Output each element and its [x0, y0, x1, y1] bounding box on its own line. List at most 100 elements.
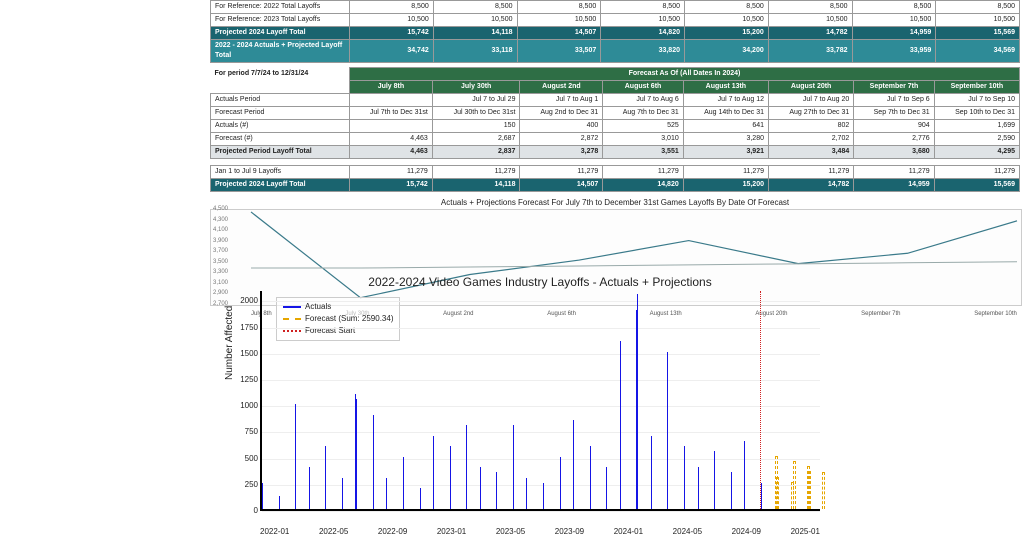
- cell: 14,782: [769, 179, 854, 192]
- cell: 14,959: [854, 179, 934, 192]
- cell: 2,776: [854, 133, 934, 146]
- y-axis-label: Number Affected: [224, 306, 235, 380]
- actuals-bar: [698, 467, 699, 509]
- cell: 15,569: [936, 27, 1020, 40]
- cell: Aug 14th to Dec 31: [683, 107, 768, 120]
- cell: 2,837: [432, 146, 520, 159]
- actuals-bar: [433, 436, 434, 509]
- row-label: Actuals Period: [211, 94, 350, 107]
- actuals-bar: [651, 436, 652, 509]
- cell: 33,959: [852, 40, 936, 63]
- cell: Jul 7 to Aug 1: [520, 94, 603, 107]
- actuals-bar: [543, 483, 544, 509]
- cell: Jul 30th to Dec 31st: [432, 107, 520, 120]
- actuals-bar: [526, 478, 527, 509]
- y-tick: 250: [228, 480, 258, 489]
- cell: 3,278: [520, 146, 603, 159]
- cell: Jul 7 to Aug 6: [603, 94, 683, 107]
- cell: 8,500: [517, 1, 601, 14]
- cell: 14,959: [852, 27, 936, 40]
- cell: Jul 7 to Aug 12: [683, 94, 768, 107]
- actuals-bar: [279, 496, 280, 509]
- cell: 4,463: [350, 146, 433, 159]
- actuals-bar: [513, 425, 514, 509]
- cell: 14,118: [433, 27, 517, 40]
- actuals-bar: [667, 352, 668, 509]
- cell: 3,484: [769, 146, 854, 159]
- cell: 2,687: [432, 133, 520, 146]
- cell: 3,010: [603, 133, 683, 146]
- y-tick: 4,500: [213, 206, 228, 212]
- cell: 904: [854, 120, 934, 133]
- cell: 33,820: [601, 40, 685, 63]
- cell: 2,702: [769, 133, 854, 146]
- y-tick: 3,700: [213, 248, 228, 254]
- cell: 14,782: [768, 27, 852, 40]
- actuals-bar: [714, 451, 715, 509]
- cell: 14,820: [603, 179, 683, 192]
- y-tick: 3,100: [213, 280, 228, 286]
- summary-table: For Reference: 2022 Total Layoffs8,5008,…: [210, 0, 1020, 63]
- cell: Aug 7th to Dec 31: [603, 107, 683, 120]
- y-tick: 4,300: [213, 217, 228, 223]
- forecast-bar: [791, 482, 794, 509]
- actuals-bar: [744, 441, 745, 509]
- y-tick: 3,300: [213, 269, 228, 275]
- cell: 15,200: [685, 27, 769, 40]
- cell: 11,279: [769, 166, 854, 179]
- forecast-header: Forecast As Of (All Dates In 2024): [350, 68, 1020, 81]
- cell: 15,742: [350, 27, 434, 40]
- actuals-bar: [356, 399, 357, 509]
- cell: 8,500: [768, 1, 852, 14]
- y-tick: 1000: [228, 401, 258, 410]
- detail-row: Projected 2024 Layoff Total15,74214,1181…: [211, 179, 1020, 192]
- col-header: July 30th: [432, 81, 520, 94]
- legend-actuals: Actuals: [305, 302, 331, 311]
- detail-row: Projected Period Layoff Total4,4632,8373…: [211, 146, 1020, 159]
- actuals-bar: [295, 404, 296, 509]
- cell: Jul 7 to Aug 20: [769, 94, 854, 107]
- col-header: July 8th: [350, 81, 433, 94]
- col-header: September 10th: [934, 81, 1019, 94]
- cell: 3,551: [603, 146, 683, 159]
- y-tick: 3,500: [213, 259, 228, 265]
- col-header: August 20th: [769, 81, 854, 94]
- y-tick: 2000: [228, 296, 258, 305]
- cell: 8,500: [601, 1, 685, 14]
- col-header: August 2nd: [520, 81, 603, 94]
- forecast-start-line: [760, 291, 761, 509]
- cell: Jul 7th to Dec 31st: [350, 107, 433, 120]
- actuals-bar: [606, 467, 607, 509]
- actuals-bar: [386, 478, 387, 509]
- cell: 34,569: [936, 40, 1020, 63]
- y-tick: 750: [228, 427, 258, 436]
- cell: 10,500: [433, 14, 517, 27]
- cell: Jul 7 to Sep 10: [934, 94, 1019, 107]
- actuals-bar: [309, 467, 310, 509]
- cell: 11,279: [934, 166, 1019, 179]
- cell: 10,500: [768, 14, 852, 27]
- big-bar-chart: 2022-2024 Video Games Industry Layoffs -…: [260, 275, 820, 530]
- y-tick: 3,900: [213, 238, 228, 244]
- cell: 8,500: [433, 1, 517, 14]
- cell: 10,500: [852, 14, 936, 27]
- actuals-bar: [325, 446, 326, 509]
- cell: 14,507: [520, 179, 603, 192]
- row-label: Forecast Period: [211, 107, 350, 120]
- cell: 4,295: [934, 146, 1019, 159]
- cell: 8,500: [685, 1, 769, 14]
- row-label: For Reference: 2023 Total Layoffs: [211, 14, 350, 27]
- actuals-bar: [262, 483, 263, 509]
- cell: 33,507: [517, 40, 601, 63]
- chart-legend: Actuals Forecast (Sum: 2590.34) Forecast…: [276, 297, 400, 341]
- cell: 15,200: [683, 179, 768, 192]
- cell: 3,680: [854, 146, 934, 159]
- actuals-bar: [480, 467, 481, 509]
- row-label: Projected 2024 Layoff Total: [211, 179, 350, 192]
- cell: 10,500: [350, 14, 434, 27]
- cell: 8,500: [350, 1, 434, 14]
- legend-forecast: Forecast (Sum: 2590.34): [305, 314, 393, 323]
- cell: Jul 7 to Jul 29: [432, 94, 520, 107]
- detail-row: Actuals (#)1504005256418029041,699: [211, 120, 1020, 133]
- cell: Jul 7 to Sep 6: [854, 94, 934, 107]
